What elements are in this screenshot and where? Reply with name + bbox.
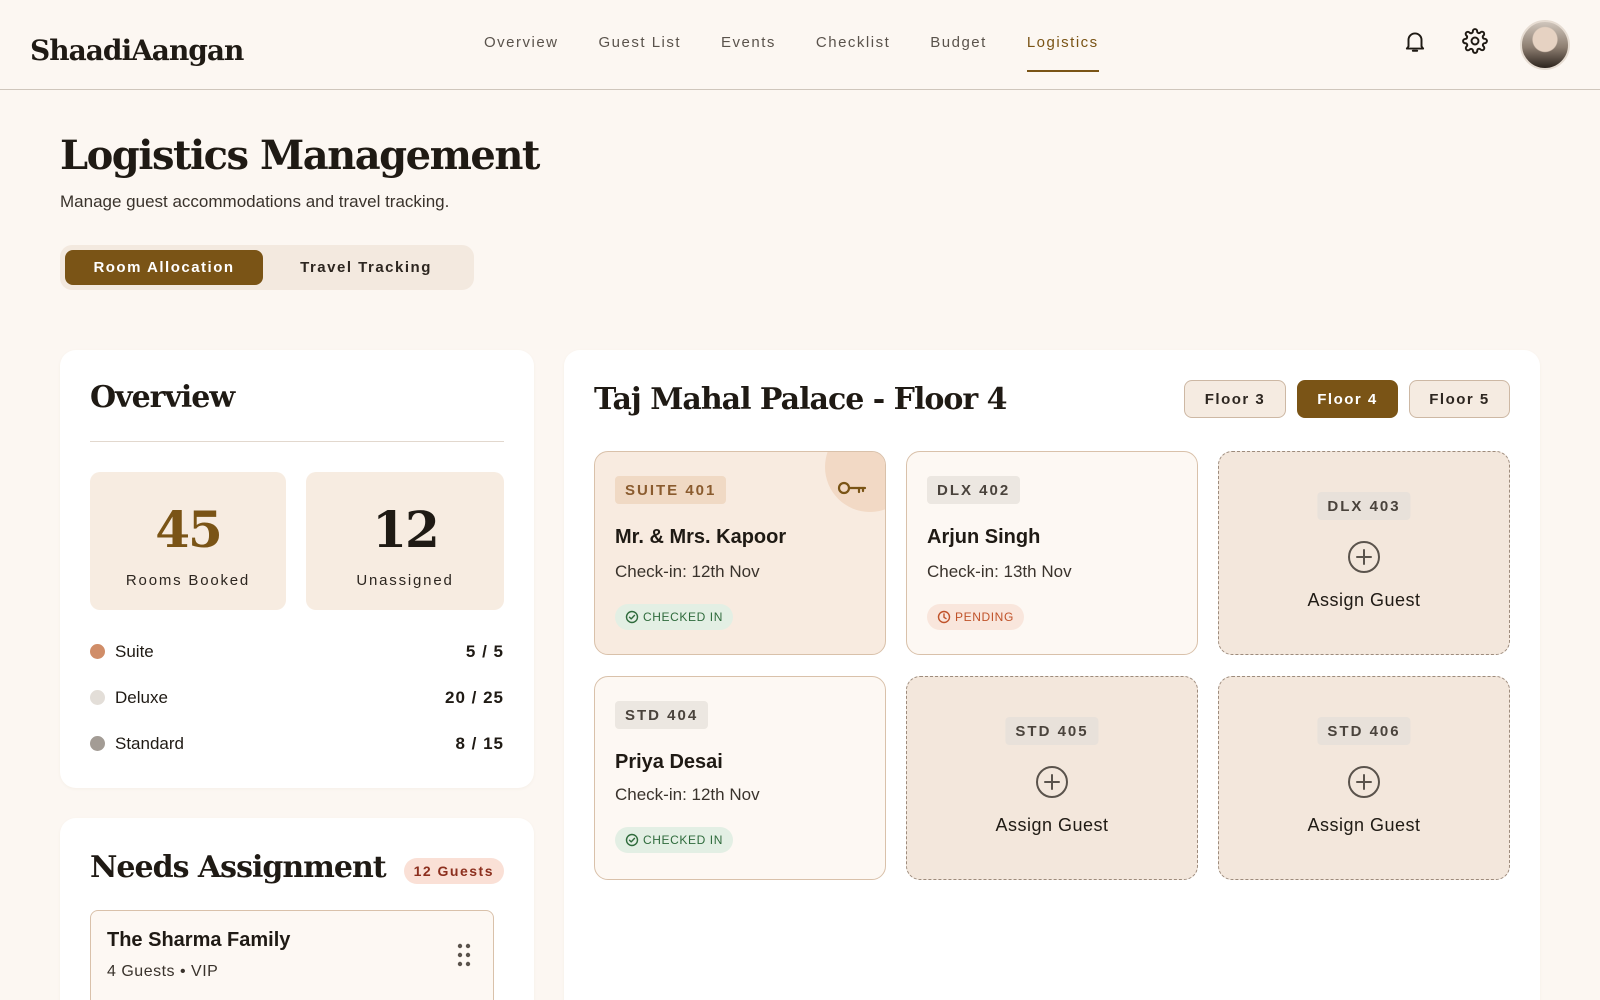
clock-icon [937, 610, 951, 624]
assign-guest-label: Assign Guest [1307, 815, 1421, 835]
suite-color-dot [90, 644, 105, 659]
room-number-tag: STD 406 [1317, 717, 1411, 745]
status-badge-pending: PENDING [927, 604, 1024, 630]
stat-rooms-booked: 45 Rooms Booked [90, 472, 286, 610]
status-label: CHECKED IN [643, 833, 724, 847]
add-circle-icon [1348, 541, 1380, 573]
nav-item-logistics[interactable]: Logistics [1026, 0, 1099, 90]
unassigned-guests-badge: 12 Guests [403, 858, 504, 884]
room-allocation-card: Taj Mahal Palace - Floor 4 Floor 3 Floor… [564, 350, 1540, 1000]
room-checkin-date: Check-in: 12th Nov [615, 785, 760, 804]
drag-handle-icon[interactable] [457, 943, 471, 967]
nav-item-guest-list[interactable]: Guest List [599, 0, 682, 90]
app-logo[interactable]: ShaadiAangan [30, 34, 244, 67]
overview-divider [90, 441, 504, 442]
floor-title: Taj Mahal Palace - Floor 4 [594, 382, 1007, 417]
standard-color-dot [90, 736, 105, 751]
category-name: Suite [115, 642, 154, 661]
room-tile-std-405-assign[interactable]: STD 405 Assign Guest [906, 676, 1198, 880]
nav-item-checklist[interactable]: Checklist [816, 0, 890, 90]
room-number-tag: STD 405 [1005, 717, 1099, 745]
room-guest-name: Mr. & Mrs. Kapoor [615, 526, 787, 548]
floor-5-button[interactable]: Floor 5 [1409, 380, 1510, 418]
nav-item-budget[interactable]: Budget [930, 0, 987, 90]
page-subtitle: Manage guest accommodations and travel t… [60, 192, 450, 211]
stat-unassigned: 12 Unassigned [306, 472, 504, 610]
category-row-standard: Standard 8 / 15 [90, 732, 504, 756]
room-checkin-date: Check-in: 13th Nov [927, 562, 1072, 581]
room-number-tag: SUITE 401 [615, 476, 727, 504]
category-row-deluxe: Deluxe 20 / 25 [90, 686, 504, 710]
assign-guest-label: Assign Guest [1307, 590, 1421, 610]
needs-assignment-title: Needs Assignment [90, 850, 387, 885]
unassigned-guest-item[interactable]: The Sharma Family 4 Guests • VIP [90, 910, 494, 1000]
room-tile-dlx-403-assign[interactable]: DLX 403 Assign Guest [1218, 451, 1510, 655]
category-value: 8 / 15 [455, 734, 504, 753]
tab-room-allocation[interactable]: Room Allocation [65, 250, 263, 285]
room-tile-std-406-assign[interactable]: STD 406 Assign Guest [1218, 676, 1510, 880]
check-circle-icon [625, 833, 639, 847]
key-icon [837, 478, 867, 498]
room-guest-name: Priya Desai [615, 751, 723, 773]
room-tile-suite-401[interactable]: SUITE 401 Mr. & Mrs. Kapoor Check-in: 12… [594, 451, 886, 655]
status-label: CHECKED IN [643, 610, 724, 624]
room-tile-dlx-402[interactable]: DLX 402 Arjun Singh Check-in: 13th Nov P… [906, 451, 1198, 655]
status-badge-checked-in: CHECKED IN [615, 827, 734, 853]
stat-rooms-booked-label: Rooms Booked [125, 572, 251, 589]
room-checkin-date: Check-in: 12th Nov [615, 562, 760, 581]
nav-item-overview[interactable]: Overview [484, 0, 559, 90]
guest-group-meta: 4 Guests • VIP [107, 963, 219, 980]
room-guest-name: Arjun Singh [927, 526, 1041, 548]
stat-unassigned-label: Unassigned [356, 572, 454, 589]
status-badge-checked-in: CHECKED IN [615, 604, 734, 630]
add-circle-icon [1348, 766, 1380, 798]
assign-guest-label: Assign Guest [995, 815, 1109, 835]
guest-group-name: The Sharma Family [107, 929, 291, 951]
view-toggle: Room Allocation Travel Tracking [60, 245, 474, 290]
user-avatar[interactable] [1520, 20, 1570, 70]
floor-4-button[interactable]: Floor 4 [1297, 380, 1398, 418]
gear-icon[interactable] [1462, 28, 1488, 54]
check-circle-icon [625, 610, 639, 624]
status-label: PENDING [955, 610, 1014, 624]
category-name: Standard [115, 734, 184, 753]
room-number-tag: STD 404 [615, 701, 709, 729]
category-name: Deluxe [115, 688, 168, 707]
room-number-tag: DLX 402 [927, 476, 1021, 504]
page-title: Logistics Management [60, 132, 540, 179]
room-tile-std-404[interactable]: STD 404 Priya Desai Check-in: 12th Nov C… [594, 676, 886, 880]
overview-card: Overview 45 Rooms Booked 12 Unassigned S… [60, 350, 534, 788]
deluxe-color-dot [90, 690, 105, 705]
category-value: 20 / 25 [445, 688, 504, 707]
main-nav: Overview Guest List Events Checklist Bud… [484, 0, 1139, 90]
needs-assignment-card: Needs Assignment 12 Guests The Sharma Fa… [60, 818, 534, 1000]
stat-unassigned-value: 12 [372, 500, 440, 559]
top-navigation-bar: ShaadiAangan Overview Guest List Events … [0, 0, 1600, 90]
nav-item-events[interactable]: Events [721, 0, 776, 90]
category-value: 5 / 5 [465, 642, 504, 661]
add-circle-icon [1036, 766, 1068, 798]
floor-3-button[interactable]: Floor 3 [1184, 380, 1286, 418]
room-number-tag: DLX 403 [1317, 492, 1411, 520]
stat-rooms-booked-value: 45 [155, 500, 223, 559]
tab-travel-tracking[interactable]: Travel Tracking [263, 250, 469, 285]
bell-icon[interactable] [1402, 28, 1428, 54]
overview-title: Overview [90, 380, 235, 415]
category-row-suite: Suite 5 / 5 [90, 640, 504, 664]
